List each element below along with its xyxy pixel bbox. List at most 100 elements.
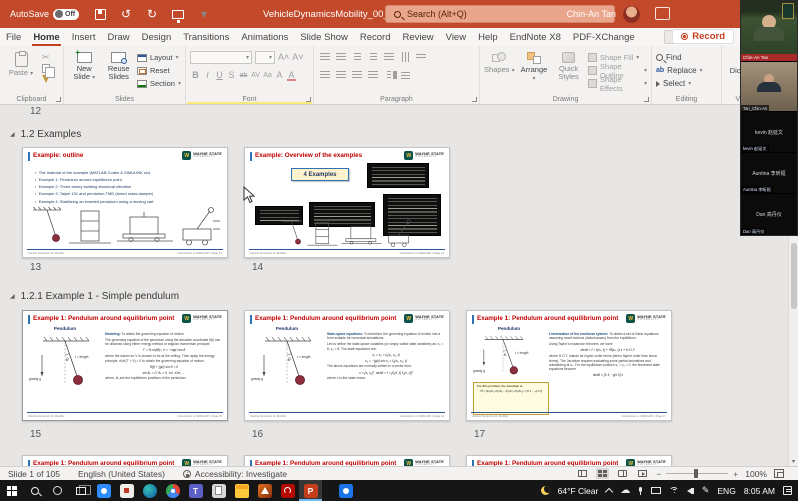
section-collapse-icon[interactable]: ◢	[10, 293, 15, 300]
align-left-icon[interactable]	[318, 69, 332, 81]
section-header-examples[interactable]: ◢ 1.2 Examples	[10, 129, 81, 140]
align-text-icon[interactable]	[414, 51, 428, 63]
ribbon-display-options-icon[interactable]	[655, 7, 670, 20]
normal-view-button[interactable]	[576, 468, 589, 479]
copy-icon[interactable]	[42, 64, 50, 73]
tab-draw[interactable]: Draw	[101, 28, 135, 46]
zoom-level[interactable]: 100%	[745, 469, 767, 479]
input-language[interactable]: ENG	[717, 486, 735, 496]
tab-slide-show[interactable]: Slide Show	[294, 28, 354, 46]
tab-animations[interactable]: Animations	[235, 28, 294, 46]
slide-thumbnail-18-partial[interactable]: Example 1: Pendulum around equilibrium p…	[22, 455, 228, 466]
section-collapse-icon[interactable]: ◢	[10, 131, 15, 138]
document-app-button[interactable]	[207, 480, 230, 501]
slide-thumbnail-19-partial[interactable]: Example 1: Pendulum around equilibrium p…	[244, 455, 450, 466]
line-spacing-icon[interactable]	[382, 51, 396, 63]
autosave-toggle[interactable]: AutoSave Off	[10, 9, 79, 20]
text-shadow-button[interactable]: S	[226, 69, 237, 81]
task-view-button[interactable]	[69, 480, 92, 501]
action-center-icon[interactable]	[783, 486, 792, 495]
tab-pdf-xchange[interactable]: PDF-XChange	[567, 28, 641, 46]
scrollbar-down-arrow-icon[interactable]: ▾	[789, 458, 798, 465]
onedrive-cloud-icon[interactable]: ☁	[620, 486, 630, 496]
grow-font-button[interactable]: A˄	[278, 51, 289, 63]
slide-sorter-view-button[interactable]	[596, 468, 609, 479]
slide-thumbnail-20-partial[interactable]: Example 1: Pendulum around equilibrium p…	[466, 455, 672, 466]
quick-styles-button[interactable]: Quick Styles	[553, 49, 584, 90]
participant-tile-2[interactable]: Tan_Chin-An	[741, 62, 797, 112]
tab-record[interactable]: Record	[354, 28, 397, 46]
replace-button[interactable]: abReplace▾	[656, 64, 717, 77]
smartart-convert-icon[interactable]	[398, 69, 412, 81]
record-button[interactable]: Record	[672, 29, 734, 44]
weather-moon-icon[interactable]	[541, 486, 550, 495]
participant-tile-3[interactable]: kevin 赵延文 kevin 赵延文	[741, 112, 797, 153]
acrobat-app-button[interactable]	[276, 480, 299, 501]
tab-help[interactable]: Help	[472, 28, 504, 46]
tab-insert[interactable]: Insert	[66, 28, 102, 46]
paragraph-dialog-launcher-icon[interactable]	[472, 97, 477, 102]
underline-button[interactable]: U	[214, 69, 225, 81]
new-slide-button[interactable]: + New Slide ▾	[68, 49, 100, 90]
teams-app-button[interactable]: T	[184, 480, 207, 501]
reading-view-button[interactable]	[616, 468, 629, 479]
find-button[interactable]: Find	[656, 51, 717, 64]
fit-to-window-icon[interactable]	[774, 469, 784, 478]
align-right-icon[interactable]	[350, 69, 364, 81]
slide-thumbnail-15[interactable]: Example 1: Pendulum around equilibrium p…	[22, 310, 228, 421]
display-icon[interactable]	[651, 487, 661, 494]
meeting-app-button[interactable]	[334, 480, 357, 501]
slide-thumbnail-14[interactable]: Example: Overview of the examples W WAYN…	[244, 147, 450, 258]
font-color-button[interactable]: A	[286, 69, 297, 81]
tab-home[interactable]: Home	[27, 28, 65, 46]
reuse-slides-button[interactable]: Reuse Slides	[102, 49, 134, 90]
slide-sorter-canvas[interactable]: 12 ◢ 1.2 Examples Example: outline W WAY…	[0, 105, 798, 466]
layout-button[interactable]: Layout▾	[137, 51, 181, 64]
font-dialog-launcher-icon[interactable]	[306, 97, 311, 102]
video-call-panel[interactable]: Chin-An Tan Tan_Chin-An kevin 赵延文 kevin …	[740, 0, 798, 236]
participant-tile-1[interactable]: Chin-An Tan	[741, 1, 797, 62]
language-indicator[interactable]: English (United States)	[78, 469, 165, 479]
autosave-switch-icon[interactable]: Off	[53, 9, 79, 20]
section-button[interactable]: Section▾	[137, 77, 181, 90]
justify-icon[interactable]	[366, 69, 380, 81]
participant-tile-5[interactable]: Dan 高丹仪 Dan 高丹仪	[741, 194, 797, 235]
participant-tile-4[interactable]: Auntina 李昕姮 Auntina 李昕姮	[741, 153, 797, 194]
highlight-color-button[interactable]: A	[274, 69, 285, 81]
redo-icon[interactable]: ↻	[145, 7, 159, 21]
file-explorer-button[interactable]	[230, 480, 253, 501]
select-button[interactable]: Select▾	[656, 77, 717, 90]
cortana-button[interactable]	[46, 480, 69, 501]
font-size-combo[interactable]: ▾	[255, 51, 275, 64]
powerpoint-app-button[interactable]: P	[299, 480, 322, 501]
bullets-icon[interactable]	[318, 51, 332, 63]
bold-button[interactable]: B	[190, 69, 201, 81]
wifi-icon[interactable]	[669, 487, 679, 495]
matlab-app-button[interactable]	[253, 480, 276, 501]
strikethrough-button[interactable]: ab	[238, 69, 249, 81]
slide-thumbnail-13[interactable]: Example: outline W WAYNE STATEUNIVERSITY…	[22, 147, 228, 258]
start-presentation-icon[interactable]	[171, 7, 185, 21]
tab-design[interactable]: Design	[136, 28, 178, 46]
scrollbar-thumb[interactable]	[791, 243, 797, 309]
notes-app-button[interactable]	[115, 480, 138, 501]
cut-icon[interactable]: ✂	[42, 52, 50, 62]
zoom-app-button[interactable]	[92, 480, 115, 501]
account-button[interactable]: Chin-An Tan	[567, 0, 640, 28]
slide-thumbnail-16[interactable]: Example 1: Pendulum around equilibrium p…	[244, 310, 450, 421]
save-icon[interactable]	[93, 7, 107, 21]
character-spacing-button[interactable]: AV	[250, 69, 261, 81]
zoom-slider[interactable]	[666, 473, 728, 475]
edge-app-button[interactable]	[138, 480, 161, 501]
tray-microphone-icon[interactable]	[638, 487, 643, 495]
undo-icon[interactable]: ↺	[119, 7, 133, 21]
hidden-icons-chevron-icon[interactable]	[605, 488, 613, 496]
columns-icon[interactable]	[382, 69, 396, 81]
drawing-dialog-launcher-icon[interactable]	[644, 97, 649, 102]
slideshow-view-button[interactable]	[636, 468, 649, 479]
text-direction-icon[interactable]	[398, 51, 412, 63]
tab-review[interactable]: Review	[397, 28, 440, 46]
tab-file[interactable]: File	[0, 28, 27, 46]
shapes-button[interactable]: Shapes ▾	[484, 49, 515, 90]
tab-endnote[interactable]: EndNote X8	[504, 28, 567, 46]
